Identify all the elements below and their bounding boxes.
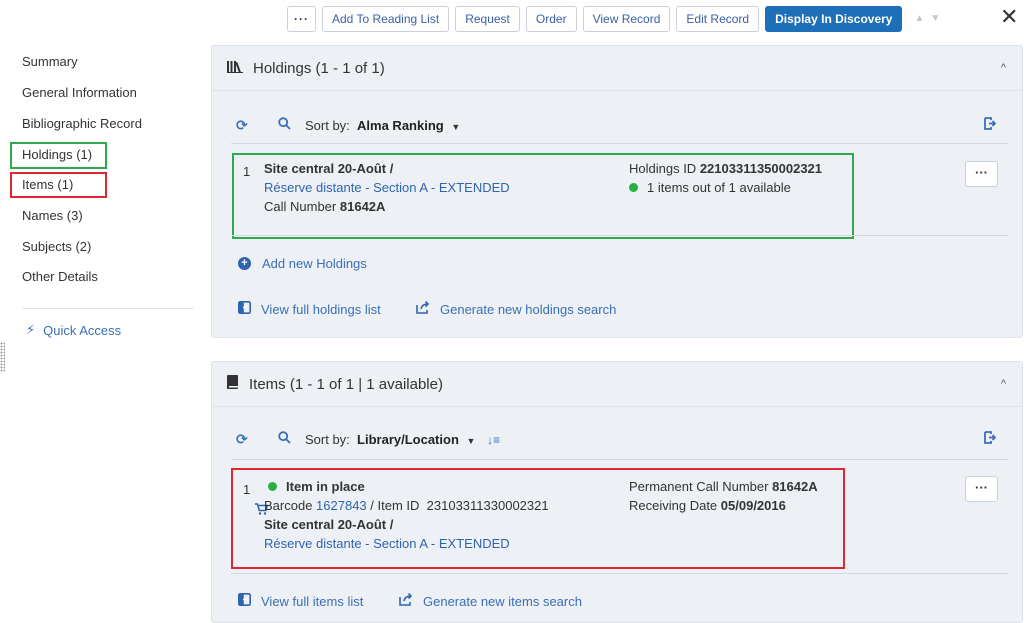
view-full-holdings-label: View full holdings list [261, 301, 381, 317]
generate-items-search-link[interactable]: Generate new items search [399, 592, 582, 609]
sort-label: Sort by: [305, 431, 350, 447]
items-panel: Items (1 - 1 of 1 | 1 available) ^ ⟳ Sor… [211, 361, 1023, 623]
item-record-highlight [231, 468, 845, 569]
lightning-icon: ⚡ [26, 322, 36, 337]
chevron-down-icon: ▼ [451, 121, 461, 132]
previous-record-icon[interactable]: ▲ [914, 13, 924, 24]
add-circle-icon: + [238, 257, 251, 270]
sidebar-item-general-information[interactable]: General Information [22, 85, 137, 100]
row-divider [231, 235, 1008, 236]
quick-access-label: Quick Access [43, 322, 122, 338]
export-icon[interactable] [983, 117, 997, 133]
request-button[interactable]: Request [455, 5, 520, 32]
sidebar-item-items[interactable]: Items (1) [22, 177, 73, 192]
row-divider [231, 573, 1008, 574]
display-in-discovery-button[interactable]: Display In Discovery [765, 5, 903, 32]
share-icon [416, 300, 430, 317]
sort-value: Library/Location [357, 431, 459, 447]
generate-holdings-search-label: Generate new holdings search [440, 301, 617, 317]
search-icon[interactable] [278, 431, 291, 447]
list-view-icon [238, 593, 251, 609]
add-to-reading-list-button[interactable]: Add To Reading List [322, 5, 450, 32]
list-view-icon [238, 301, 251, 317]
sidebar-item-summary[interactable]: Summary [22, 54, 78, 69]
sort-control[interactable]: Sort by: Alma Ranking ▼ [305, 118, 460, 133]
next-record-icon[interactable]: ▼ [930, 13, 940, 24]
generate-holdings-search-link[interactable]: Generate new holdings search [416, 300, 617, 317]
collapse-icon[interactable]: ^ [1001, 62, 1006, 74]
holdings-panel-title: Holdings (1 - 1 of 1) [253, 59, 385, 77]
close-icon[interactable]: ✕ [1000, 6, 1018, 28]
holdings-record-highlight [232, 153, 854, 239]
sidebar-item-bibliographic-record[interactable]: Bibliographic Record [22, 116, 142, 131]
view-record-button[interactable]: View Record [582, 5, 671, 32]
generate-items-search-label: Generate new items search [423, 593, 582, 609]
sidebar-divider [22, 308, 194, 309]
share-icon [399, 592, 413, 609]
refresh-icon[interactable]: ⟳ [236, 431, 248, 448]
resize-handle[interactable] [0, 342, 5, 372]
holdings-row-actions-button[interactable]: ··· [965, 161, 998, 187]
chevron-down-icon: ▼ [466, 435, 476, 446]
holdings-panel-header[interactable]: Holdings (1 - 1 of 1) ^ [212, 46, 1022, 91]
refresh-icon[interactable]: ⟳ [236, 117, 248, 134]
sort-control[interactable]: Sort by: Library/Location ▼ ↓≡ [305, 432, 500, 447]
sort-label: Sort by: [305, 117, 350, 133]
export-icon[interactable] [983, 431, 997, 447]
holdings-panel: Holdings (1 - 1 of 1) ^ ⟳ Sort by: Alma … [211, 45, 1023, 338]
record-nav: ▲ ▼ [914, 13, 940, 24]
items-sort-bar: ⟳ Sort by: Library/Location ▼ ↓≡ [212, 425, 1022, 453]
sidebar-item-names[interactable]: Names (3) [22, 208, 83, 223]
holdings-sort-bar: ⟳ Sort by: Alma Ranking ▼ [212, 111, 1022, 139]
search-icon[interactable] [278, 117, 291, 133]
view-full-holdings-link[interactable]: View full holdings list [238, 301, 381, 317]
more-actions-button[interactable]: ··· [287, 5, 316, 32]
sidebar-item-holdings[interactable]: Holdings (1) [22, 147, 92, 162]
view-full-items-label: View full items list [261, 593, 364, 609]
book-icon [227, 375, 239, 393]
record-toolbar: ··· Add To Reading List Request Order Vi… [287, 5, 940, 32]
edit-record-button[interactable]: Edit Record [676, 5, 760, 32]
sort-order-icon[interactable]: ↓≡ [487, 433, 500, 447]
add-new-holdings-label: Add new Holdings [262, 256, 367, 271]
items-panel-title: Items (1 - 1 of 1 | 1 available) [249, 375, 443, 393]
quick-access-link[interactable]: ⚡ Quick Access [26, 322, 121, 338]
add-new-holdings-link[interactable]: + Add new Holdings [238, 256, 367, 271]
collapse-icon[interactable]: ^ [1001, 378, 1006, 390]
view-full-items-link[interactable]: View full items list [238, 593, 363, 609]
sort-value: Alma Ranking [357, 117, 444, 133]
items-panel-header[interactable]: Items (1 - 1 of 1 | 1 available) ^ [212, 362, 1022, 407]
order-button[interactable]: Order [525, 5, 577, 32]
item-row-actions-button[interactable]: ··· [965, 476, 998, 502]
sidebar-item-other-details[interactable]: Other Details [22, 269, 98, 284]
library-books-icon [227, 60, 243, 77]
sidebar-item-subjects[interactable]: Subjects (2) [22, 239, 91, 254]
